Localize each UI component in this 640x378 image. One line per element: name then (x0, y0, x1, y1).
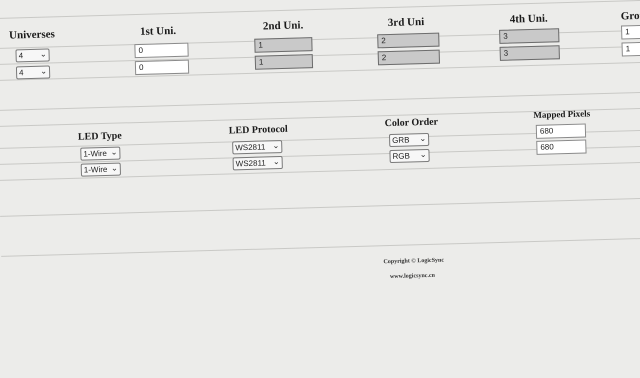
fourth-uni-input[interactable]: 3 (499, 28, 560, 44)
chevron-down-icon: ⌄ (40, 66, 48, 76)
color-order-select[interactable]: RGB ⌄ (389, 148, 430, 164)
first-uni-input[interactable]: 0 (134, 42, 189, 59)
mapped-pixels-input[interactable]: 680 (536, 139, 587, 155)
chevron-down-icon: ⌄ (419, 149, 427, 160)
header-3rd-uni: 3rd Uni (387, 15, 425, 30)
header-led-protocol: LED Protocol (228, 123, 288, 137)
color-order-value: GRB (392, 135, 410, 145)
chevron-down-icon: ⌄ (110, 163, 118, 173)
second-uni-input[interactable]: 1 (254, 37, 313, 53)
header-mapped-pixels: Mapped Pixels (533, 108, 591, 120)
led-type-select[interactable]: 1-Wire ⌄ (80, 146, 121, 161)
divider (0, 60, 640, 81)
universes-select[interactable]: 4 ⌄ (15, 65, 51, 80)
led-protocol-select[interactable]: WS2811 ⌄ (232, 140, 283, 155)
header-led-type: LED Type (77, 130, 122, 143)
header-4th-uni: 4th Uni. (509, 12, 548, 26)
group-input[interactable]: 1 (621, 24, 640, 40)
divider (0, 90, 640, 111)
copyright-text: Copyright © LogicSync (383, 257, 445, 266)
header-1st-uni: 1st Uni. (139, 24, 177, 38)
third-uni-input[interactable]: 2 (377, 32, 440, 49)
led-type-select[interactable]: 1-Wire ⌄ (80, 162, 122, 177)
universes-select[interactable]: 4 ⌄ (15, 48, 50, 63)
page: Universes 1st Uni. 2nd Uni. 3rd Uni 4th … (0, 0, 640, 378)
website-link[interactable]: www.logicsync.cn (390, 273, 435, 280)
chevron-down-icon: ⌄ (419, 133, 427, 144)
color-order-select[interactable]: GRB ⌄ (388, 132, 430, 148)
led-protocol-value: WS2811 (235, 158, 266, 169)
chevron-down-icon: ⌄ (272, 157, 280, 167)
led-type-value: 1-Wire (83, 148, 108, 159)
second-uni-input[interactable]: 1 (254, 54, 314, 70)
divider (1, 236, 640, 257)
header-color-order: Color Order (384, 116, 439, 130)
universes-value: 4 (18, 68, 24, 78)
divider (0, 196, 640, 217)
chevron-down-icon: ⌄ (39, 49, 47, 59)
third-uni-input[interactable]: 2 (377, 49, 441, 66)
chevron-down-icon: ⌄ (272, 141, 280, 151)
color-order-value: RGB (392, 151, 411, 161)
header-2nd-uni: 2nd Uni. (262, 19, 304, 33)
led-type-value: 1-Wire (83, 164, 108, 175)
header-universes: Universes (8, 28, 56, 42)
fourth-uni-input[interactable]: 3 (499, 45, 560, 61)
universes-value: 4 (18, 51, 24, 61)
led-protocol-value: WS2811 (235, 142, 266, 153)
led-protocol-select[interactable]: WS2811 ⌄ (232, 156, 283, 171)
mapped-pixels-input[interactable]: 680 (535, 123, 587, 139)
first-uni-input[interactable]: 0 (134, 59, 190, 76)
group-input[interactable]: 1 (621, 41, 640, 57)
chevron-down-icon: ⌄ (110, 147, 118, 157)
header-group: Grou (620, 9, 640, 23)
